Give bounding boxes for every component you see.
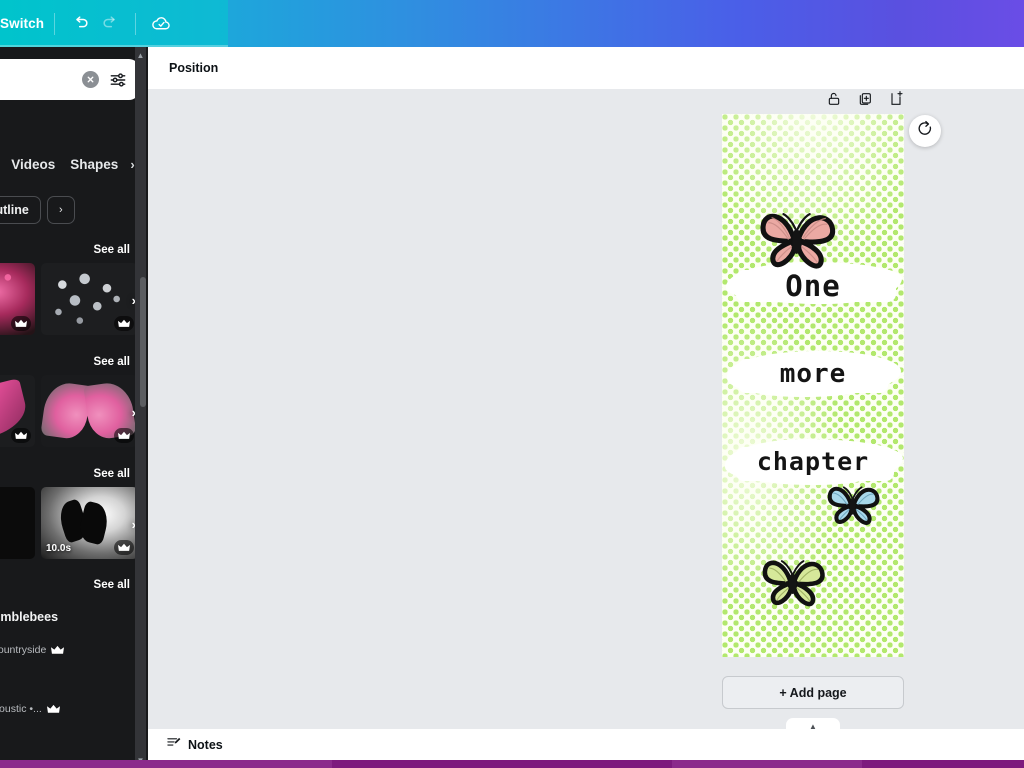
premium-badge [114,316,134,331]
design-text-line-2[interactable]: more [722,359,904,389]
cloud-save-icon [151,13,172,34]
audio-title: hters [0,669,148,683]
unlock-page-button[interactable] [825,91,842,112]
see-all-link-2[interactable]: See all [94,356,130,368]
butterfly-green[interactable] [758,552,828,608]
design-text-line-3[interactable]: chapter [722,447,904,476]
design-text-line-1[interactable]: One [722,269,904,303]
clear-icon [86,71,95,89]
thumbnail-item[interactable] [0,487,35,559]
add-page-icon-button[interactable] [887,90,904,112]
redo-button[interactable] [95,9,125,39]
notes-icon [166,735,181,755]
search-input[interactable] [0,72,82,87]
thumbnail-item[interactable] [0,263,35,335]
rotate-refresh-icon [916,120,934,143]
content-type-tabs: tos Videos Shapes › [0,152,148,176]
rotate-page-button[interactable] [909,115,941,147]
add-page-icon [888,90,904,112]
butterfly-blue[interactable] [824,480,882,526]
undo-icon [71,14,90,33]
duplicate-page-icon [857,91,873,112]
crown-icon [46,704,60,713]
unlock-icon [826,91,842,112]
bookmark-design-page[interactable]: One more chapter [722,114,904,657]
taskbar-strip [0,760,1024,768]
audio-list-item[interactable]: and Bumblebees • 2:15 peful • Countrysid… [0,610,148,656]
bottom-bar: Notes [148,729,1024,760]
audio-tags-row: peful • Countryside [0,644,148,656]
thumbnail-item[interactable] [41,375,138,447]
page-tools-row [825,90,907,112]
audio-tags: tries • Acoustic •... [0,703,42,715]
object-toolbar: Position [148,47,1024,89]
premium-badge [114,540,134,555]
see-all-link-1[interactable]: See all [94,244,130,256]
undo-button[interactable] [65,9,95,39]
toolbar-divider-2 [135,12,137,35]
canva-editor-window: Switch Videos Shapes › tline › See all ›… [0,0,1024,768]
add-page-button[interactable]: + Add page [722,676,904,709]
result-row-1 [0,263,138,335]
filter-chip-butterfly-outline[interactable]: utterfly outline [0,196,41,224]
video-duration-label: 10.0s [46,543,72,554]
left-panel-scrollbar[interactable]: ▲ ▼ [135,47,146,768]
crown-icon [118,431,130,439]
filter-sliders-icon [108,72,128,94]
chip-scroll-next-button[interactable]: › [46,196,75,224]
top-toolbar: Switch [0,0,1024,47]
filter-chip-row: utterfly outline › [0,196,140,224]
left-side-panel: tos Videos Shapes › utterfly outline › S… [0,47,148,768]
thumbnail-item[interactable] [0,375,35,447]
video-thumbnail-item[interactable]: 10.0s [41,487,138,559]
see-all-link-4[interactable]: See all [94,579,130,591]
cloud-save-button[interactable] [146,9,176,39]
crown-icon [51,645,65,654]
audio-duration: • 2:17 [0,687,148,699]
premium-badge [11,428,31,443]
notes-button[interactable]: Notes [166,735,223,755]
audio-list-item[interactable]: hters • 2:17 tries • Acoustic •... [0,669,148,715]
top-toolbar-left-group: Switch [0,0,228,47]
tabs-more-chevron-icon[interactable]: › [130,157,134,172]
result-row-2 [0,375,138,447]
crown-icon [118,319,130,327]
toolbar-divider [54,12,56,35]
crown-icon [118,543,130,551]
audio-tags-row: tries • Acoustic •... [0,703,148,715]
tab-videos[interactable]: Videos [11,157,55,172]
butterfly-pink[interactable] [754,204,840,270]
position-button[interactable]: Position [169,61,218,75]
clear-search-button[interactable] [82,71,99,88]
audio-duration: • 2:15 [0,628,148,640]
premium-badge [114,428,134,443]
switch-brand-label[interactable]: Switch [0,16,44,31]
crown-icon [15,319,27,327]
scroll-up-arrow-icon[interactable]: ▲ [135,49,146,61]
search-filter-button[interactable] [108,70,128,90]
thumbnail-item[interactable] [41,263,138,335]
left-panel-scroll-thumb[interactable] [139,277,146,407]
audio-title: and Bumblebees [0,610,59,624]
see-all-link-3[interactable]: See all [94,468,130,480]
notes-label: Notes [188,737,223,752]
duplicate-page-button[interactable] [856,91,873,112]
search-bar[interactable] [0,61,137,98]
audio-tags: peful • Countryside [0,644,47,656]
result-row-3: 10.0s [0,487,138,559]
premium-badge [11,316,31,331]
redo-icon [101,14,120,33]
tab-shapes[interactable]: Shapes [70,157,118,172]
crown-icon [15,431,27,439]
